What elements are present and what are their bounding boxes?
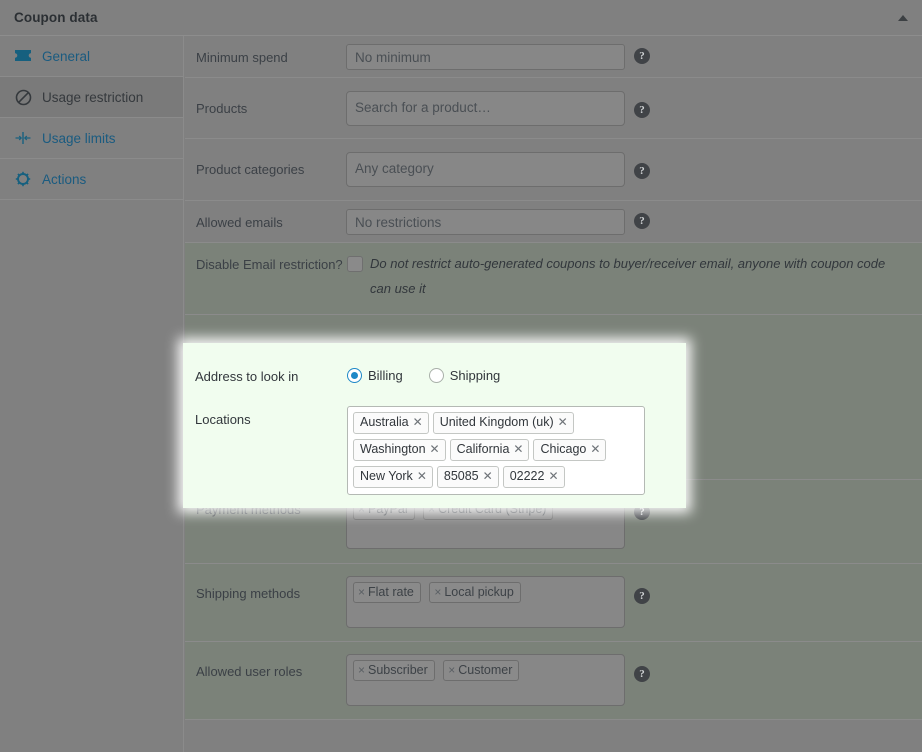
remove-icon[interactable]: × [434, 585, 441, 599]
location-tag-label: 02222 [509, 469, 545, 483]
row-minimum-spend: Minimum spend No minimum ? [185, 36, 922, 78]
location-tag[interactable]: 85085 ✕ [436, 466, 499, 488]
location-tag[interactable]: United Kingdom (uk) ✕ [432, 412, 574, 434]
remove-icon[interactable]: ✕ [483, 469, 493, 483]
location-tag[interactable]: California ✕ [449, 439, 530, 461]
disable-email-restriction-description: Do not restrict auto-generated coupons t… [370, 256, 886, 296]
token-item[interactable]: × Flat rate [353, 582, 421, 603]
allowed-user-roles-tokenbox[interactable]: × Subscriber × Customer [346, 654, 625, 706]
remove-icon[interactable]: ✕ [513, 442, 523, 456]
highlighted-address-locations-region: Address to look in Billing Shipping Loca… [183, 343, 686, 508]
remove-icon[interactable]: × [358, 663, 365, 677]
location-tag-label: New York [360, 469, 413, 483]
help-icon[interactable]: ? [634, 48, 650, 64]
sidebar-item-actions[interactable]: Actions [0, 159, 183, 200]
triangle-up-icon[interactable] [898, 13, 910, 23]
token-item[interactable]: × Customer [443, 660, 520, 681]
field-label: Minimum spend [196, 50, 288, 65]
locations-tokenbox[interactable]: Australia ✕ United Kingdom (uk) ✕Washington… [347, 406, 645, 495]
field-label: Product categories [196, 162, 305, 177]
remove-icon[interactable]: ✕ [548, 469, 558, 483]
sidebar-item-usage-restriction[interactable]: Usage restriction [0, 77, 183, 118]
radio-shipping-label: Shipping [449, 368, 501, 383]
field-label: Products [196, 101, 248, 116]
field-label: Allowed user roles [196, 664, 303, 679]
help-icon[interactable]: ? [634, 666, 650, 682]
location-tag[interactable]: Australia ✕ [353, 412, 429, 434]
address-to-look-in-radio-group: Billing Shipping [347, 368, 526, 383]
token-label: Subscriber [368, 663, 428, 677]
sidebar-item-label: Usage limits [42, 130, 116, 146]
coupon-data-tabs: General Usage restriction Usage limits A… [0, 36, 184, 752]
remove-icon[interactable]: × [448, 663, 455, 677]
row-allowed-user-roles: Allowed user roles × Subscriber × Customer… [185, 642, 922, 720]
location-tag-label: Chicago [540, 442, 587, 456]
location-tag-label: 85085 [443, 469, 479, 483]
row-product-categories: Product categories Any category ? [185, 139, 922, 201]
field-label: Disable Email restriction? [196, 257, 343, 272]
location-tag[interactable]: 02222 ✕ [502, 466, 565, 488]
help-icon[interactable]: ? [634, 102, 650, 118]
remove-icon[interactable]: ✕ [558, 415, 568, 429]
token-label: Customer [458, 663, 513, 677]
row-disable-email-restriction: Disable Email restriction? Do not restri… [185, 243, 922, 315]
field-label: Address to look in [195, 369, 299, 384]
location-tag-label: Washington [360, 442, 426, 456]
panel-header: Coupon data [0, 0, 922, 36]
row-shipping-methods: Shipping methods × Flat rate × Local picku… [185, 564, 922, 642]
ticket-icon [12, 46, 34, 66]
shipping-methods-tokenbox[interactable]: × Flat rate × Local pickup [346, 576, 625, 628]
radio-billing[interactable] [347, 368, 362, 383]
field-label: Allowed emails [196, 215, 283, 230]
token-item[interactable]: × Local pickup [429, 582, 521, 603]
page-title: Coupon data [14, 10, 98, 25]
sidebar-item-label: Usage restriction [42, 89, 144, 105]
location-tag[interactable]: Washington ✕ [353, 439, 446, 461]
location-tag-label: Australia [360, 415, 409, 429]
location-tag-label: California [456, 442, 510, 456]
row-products: Products Search for a product… ? [185, 78, 922, 139]
field-label: Locations [195, 412, 251, 427]
radio-shipping[interactable] [428, 368, 444, 383]
token-item[interactable]: × Subscriber [353, 660, 435, 681]
remove-icon[interactable]: ✕ [430, 442, 440, 456]
token-label: Flat rate [368, 585, 414, 599]
products-search-input[interactable]: Search for a product… [346, 91, 625, 126]
remove-icon[interactable]: ✕ [417, 469, 427, 483]
remove-icon[interactable]: ✕ [413, 415, 423, 429]
remove-icon[interactable]: × [358, 585, 365, 599]
disable-email-restriction-checkbox[interactable] [347, 256, 363, 272]
location-tag-label: United Kingdom (uk) [439, 415, 554, 429]
sidebar-item-label: General [42, 48, 91, 64]
help-icon[interactable]: ? [634, 163, 650, 179]
location-tag[interactable]: New York ✕ [353, 466, 433, 488]
product-categories-input[interactable]: Any category [346, 152, 625, 187]
ban-icon [12, 87, 34, 107]
token-label: Local pickup [444, 585, 514, 599]
sidebar-item-usage-limits[interactable]: Usage limits [0, 118, 183, 159]
limits-icon [12, 128, 34, 148]
minimum-spend-input[interactable]: No minimum [346, 44, 625, 70]
row-allowed-emails: Allowed emails No restrictions ? [185, 201, 922, 243]
sidebar-item-label: Actions [42, 171, 87, 187]
coupon-data-panel: Coupon data General Usage restriction Us… [0, 0, 922, 752]
help-icon[interactable]: ? [634, 213, 650, 229]
help-icon[interactable]: ? [634, 588, 650, 604]
remove-icon[interactable]: ✕ [590, 442, 600, 456]
field-label: Shipping methods [196, 586, 301, 601]
radio-billing-label: Billing [368, 368, 403, 383]
allowed-emails-input[interactable]: No restrictions [346, 209, 625, 235]
sidebar-item-general[interactable]: General [0, 36, 183, 77]
location-tag[interactable]: Chicago ✕ [533, 439, 607, 461]
gear-icon [12, 169, 34, 189]
